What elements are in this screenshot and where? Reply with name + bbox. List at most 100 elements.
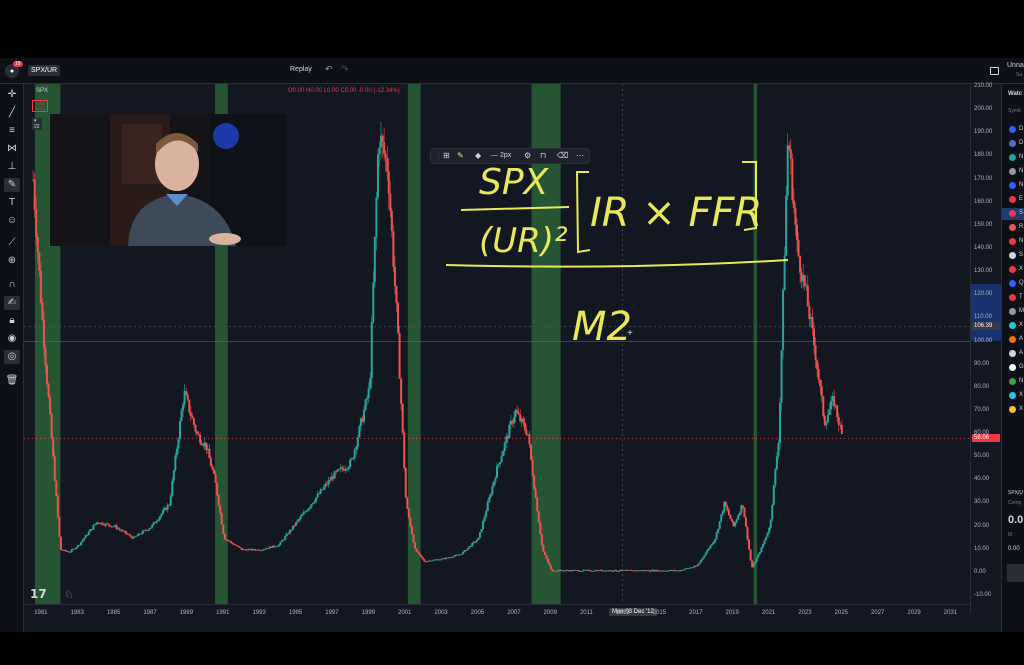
candle-body bbox=[550, 565, 553, 570]
candle-body bbox=[752, 563, 755, 568]
candle-body bbox=[397, 302, 400, 333]
price-tick: 40.00 bbox=[974, 476, 990, 483]
candle-body bbox=[406, 497, 409, 509]
watchlist-column-header[interactable]: Symb bbox=[1008, 108, 1021, 114]
watchlist-row[interactable]: Q bbox=[1002, 278, 1024, 290]
candle-body bbox=[494, 478, 497, 482]
candle-body bbox=[777, 443, 780, 457]
candle-body bbox=[591, 571, 594, 572]
candle-body bbox=[301, 514, 304, 517]
watchlist-row[interactable]: N bbox=[1002, 166, 1024, 178]
candle-body bbox=[33, 179, 36, 210]
symbol-search-button[interactable]: SPX/UR bbox=[28, 65, 61, 76]
candle-body bbox=[420, 554, 423, 558]
trash-icon[interactable]: 🗑︎ bbox=[4, 374, 20, 388]
layout-icon[interactable] bbox=[990, 67, 999, 75]
text-icon[interactable]: T bbox=[4, 196, 20, 210]
detail-symbol: SPX/U bbox=[1008, 490, 1024, 496]
symbol-logo-icon bbox=[1009, 238, 1016, 245]
layout-name[interactable]: Unna bbox=[1007, 62, 1024, 69]
watchlist-row[interactable]: S bbox=[1002, 208, 1024, 220]
redo-icon[interactable]: ↷ bbox=[341, 64, 349, 75]
lock-drawing-icon[interactable]: ⊓ bbox=[540, 151, 546, 160]
watchlist-symbol: D bbox=[1019, 140, 1024, 146]
detail-value: 0.00 bbox=[1008, 546, 1020, 552]
lock-icon[interactable]: 🔒︎ bbox=[4, 314, 20, 328]
top-toolbar: ● 15 SPX/UR Replay ↶ ↷ Unna Sa bbox=[0, 58, 1024, 84]
candle-body bbox=[488, 496, 491, 503]
candle-body bbox=[234, 544, 237, 546]
time-axis[interactable]: Mon 03 Dec '12 1981 1983 1985 1987 1989 1991 1… bbox=[24, 604, 970, 624]
candle-body bbox=[491, 486, 494, 495]
watchlist-row[interactable]: T bbox=[1002, 292, 1024, 304]
watchlist-row[interactable]: E bbox=[1002, 194, 1024, 206]
screen-top-letterbox bbox=[0, 0, 1024, 58]
symbol-logo-icon bbox=[1009, 140, 1016, 147]
price-tick: 190.00 bbox=[974, 129, 993, 136]
candle-body bbox=[816, 360, 819, 370]
candle-body bbox=[548, 562, 551, 566]
fill-color-icon[interactable]: ◆ bbox=[475, 151, 481, 160]
emoji-icon[interactable]: ☺ bbox=[4, 214, 20, 228]
candle-body bbox=[149, 527, 152, 529]
candle-body bbox=[431, 560, 434, 562]
price-tick: 210.00 bbox=[974, 83, 993, 89]
measure-tool-icon[interactable]: ⊥ bbox=[4, 160, 20, 174]
watchlist-row[interactable]: G bbox=[1002, 362, 1024, 374]
candle-body bbox=[724, 501, 727, 507]
sell-button[interactable]: 0.00 SELL bbox=[32, 100, 48, 112]
pattern-icon[interactable]: ⋈ bbox=[4, 142, 20, 156]
drag-handle-icon[interactable]: ⋮ bbox=[435, 151, 443, 160]
ruler-icon[interactable]: ⟋ bbox=[4, 236, 20, 250]
detail-action-button[interactable] bbox=[1007, 564, 1024, 582]
candle-body bbox=[390, 211, 393, 232]
brush-icon[interactable]: ✎ bbox=[4, 178, 20, 192]
trendline-icon[interactable]: ╱ bbox=[4, 106, 20, 120]
candle-body bbox=[737, 515, 740, 520]
watchlist-row[interactable]: X bbox=[1002, 404, 1024, 416]
watchlist-row[interactable]: S bbox=[1002, 250, 1024, 262]
crosshair-icon[interactable]: ✛ bbox=[4, 88, 20, 102]
candle-body bbox=[209, 458, 212, 467]
time-tick: 2031 bbox=[943, 610, 958, 616]
watchlist-row[interactable]: X bbox=[1002, 320, 1024, 332]
watchlist-row[interactable]: A bbox=[1002, 348, 1024, 360]
candle-body bbox=[761, 544, 764, 548]
zoom-icon[interactable]: ⊕ bbox=[4, 254, 20, 268]
undo-icon[interactable]: ↶ bbox=[325, 64, 333, 75]
replay-button[interactable]: Replay bbox=[290, 66, 312, 73]
watchlist-row[interactable]: X bbox=[1002, 264, 1024, 276]
fib-icon[interactable]: ≡ bbox=[4, 124, 20, 138]
watchlist-row[interactable]: N bbox=[1002, 376, 1024, 388]
globe-icon[interactable]: ◎ bbox=[4, 350, 20, 364]
candle-body bbox=[500, 456, 503, 463]
candle-body bbox=[782, 290, 785, 351]
templates-icon[interactable]: ⊞ bbox=[443, 151, 450, 160]
eye-icon[interactable]: ◉ bbox=[4, 332, 20, 346]
watchlist-row[interactable]: D bbox=[1002, 138, 1024, 150]
settings-icon[interactable]: ⚙ bbox=[524, 151, 531, 160]
candle-body bbox=[279, 541, 282, 545]
watchlist-row[interactable]: D bbox=[1002, 124, 1024, 136]
watchlist-row[interactable]: M bbox=[1002, 306, 1024, 318]
price-axis[interactable]: 210.00 200.00 190.00 180.00 170.00 160.00 150.… bbox=[970, 83, 1001, 614]
watchlist-row[interactable]: X bbox=[1002, 390, 1024, 402]
more-icon[interactable]: ⋯ bbox=[576, 151, 584, 160]
candle-body bbox=[36, 236, 39, 253]
watchlist-row[interactable]: N bbox=[1002, 180, 1024, 192]
watchlist-row[interactable]: N bbox=[1002, 236, 1024, 248]
interval-selector[interactable]: ▾ 22 bbox=[32, 118, 42, 130]
magnet-icon[interactable]: ∩ bbox=[4, 278, 20, 292]
stay-drawing-icon[interactable]: ✍ bbox=[4, 296, 20, 310]
candle-body bbox=[141, 530, 144, 534]
watchlist-row[interactable]: A bbox=[1002, 334, 1024, 346]
line-width-button[interactable]: — 2px bbox=[491, 152, 511, 159]
watchlist-row[interactable]: R bbox=[1002, 222, 1024, 234]
candle-body bbox=[93, 524, 96, 526]
delete-drawing-icon[interactable]: ⌫ bbox=[557, 151, 568, 160]
annotation-left-bracket bbox=[575, 171, 591, 254]
watchlist-title[interactable]: Watc bbox=[1008, 91, 1022, 97]
line-color-icon[interactable]: ✎ bbox=[457, 151, 464, 160]
watchlist-row[interactable]: N bbox=[1002, 152, 1024, 164]
candle-body bbox=[347, 466, 350, 469]
